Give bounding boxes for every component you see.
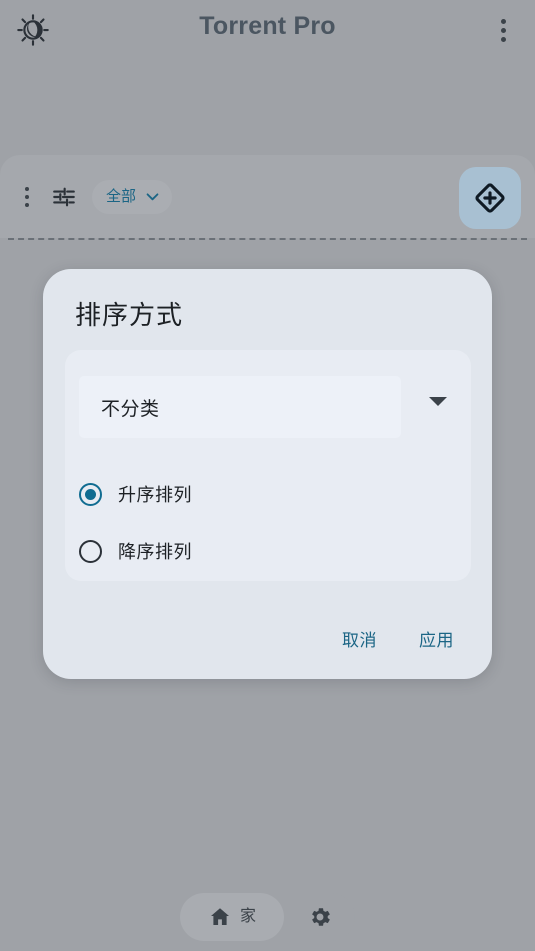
more-vert-icon <box>25 186 29 207</box>
radio-selected-icon <box>79 482 102 506</box>
chevron-down-icon <box>144 188 161 205</box>
sort-filter-button[interactable] <box>44 177 84 217</box>
sort-dialog-title: 排序方式 <box>75 300 184 330</box>
app-bar: Torrent Pro <box>0 0 535 62</box>
page-title: Torrent Pro <box>199 12 336 40</box>
list-toolbar-panel: 全部 <box>0 155 535 238</box>
cancel-button[interactable]: 取消 <box>328 616 391 661</box>
sort-order-ascending-label: 升序排列 <box>118 485 192 505</box>
diamond-plus-icon <box>472 180 508 216</box>
nav-item-home-label: 家 <box>239 908 256 925</box>
sort-key-select[interactable]: 不分类 <box>79 376 401 438</box>
sort-order-descending-option[interactable]: 降序排列 <box>79 529 192 573</box>
radio-unselected-icon <box>79 539 102 563</box>
more-vert-icon <box>500 18 506 42</box>
bottom-navigation-bar: 家 <box>180 893 355 941</box>
dropdown-triangle-icon[interactable] <box>429 397 447 406</box>
category-filter-chip[interactable]: 全部 <box>92 179 173 214</box>
gear-icon <box>307 904 333 930</box>
sort-dialog: 排序方式 不分类 升序排列 降序排列 取消 应用 <box>43 269 492 679</box>
toolbar-overflow-menu-button[interactable] <box>14 177 40 217</box>
toolbar-divider <box>8 238 527 240</box>
list-toolbar: 全部 <box>0 155 535 238</box>
home-icon <box>208 905 232 929</box>
nav-item-settings[interactable] <box>284 893 355 941</box>
category-filter-chip-label: 全部 <box>106 187 137 205</box>
add-torrent-fab[interactable] <box>459 167 521 229</box>
sort-key-select-value: 不分类 <box>101 398 160 420</box>
app-overflow-menu-button[interactable] <box>483 8 523 52</box>
sort-order-descending-label: 降序排列 <box>118 542 192 562</box>
dialog-action-bar: 取消 应用 <box>328 616 468 661</box>
tune-sliders-icon <box>51 184 77 210</box>
sort-options-card: 不分类 升序排列 降序排列 <box>65 350 471 581</box>
sort-order-ascending-option[interactable]: 升序排列 <box>79 472 192 516</box>
nav-item-home[interactable]: 家 <box>180 893 284 941</box>
apply-button[interactable]: 应用 <box>405 616 468 661</box>
